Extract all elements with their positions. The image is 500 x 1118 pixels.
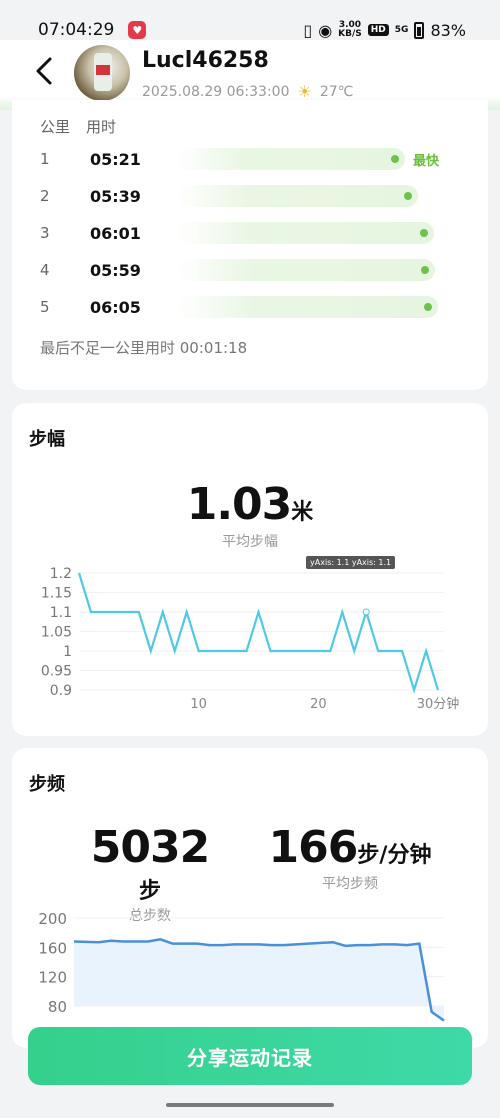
- pace-dot: [421, 266, 429, 274]
- temperature: 27℃: [319, 83, 354, 100]
- status-time: 07:04:29: [38, 20, 115, 40]
- location-icon: ◉: [318, 20, 333, 40]
- km-table-header: 公里 用时: [40, 116, 116, 137]
- km-time: 06:01: [90, 223, 141, 243]
- avatar-image: [94, 53, 112, 91]
- km-index: 2: [40, 187, 50, 205]
- fastest-badge: 最快: [413, 153, 440, 169]
- y-tick-label: 0.95: [41, 664, 72, 680]
- km-time: 06:05: [90, 297, 141, 317]
- x-tick-label: 10: [190, 697, 207, 712]
- share-record-button[interactable]: 分享运动记录: [28, 1027, 472, 1085]
- battery-icon: [414, 21, 425, 39]
- y-tick-label: 80: [48, 998, 67, 1016]
- y-tick-label: 1.1: [50, 605, 72, 621]
- pace-dot: [420, 229, 428, 237]
- pace-dot: [424, 303, 432, 311]
- km-index: 4: [40, 261, 50, 279]
- km-row: 1 05:21 最快: [12, 147, 488, 171]
- pace-bar: [177, 222, 434, 244]
- y-tick-label: 0.9: [50, 683, 72, 699]
- sun-icon: ☀: [297, 82, 312, 101]
- chart-tooltip: yAxis: 1.1 yAxis: 1.1: [306, 556, 396, 569]
- net-speed: 3.00 KB/S: [338, 20, 362, 39]
- status-icons: ▯ ◉ 3.00 KB/S HD 5G 83%: [303, 21, 466, 40]
- km-index: 5: [40, 298, 50, 316]
- y-tick-label: 200: [38, 910, 67, 928]
- x-tick-label: 30分钟: [417, 696, 460, 712]
- col-time: 用时: [86, 118, 117, 136]
- km-time: 05:21: [90, 149, 141, 169]
- km-row: 2 05:39: [12, 184, 488, 208]
- username: Lucl46258: [142, 48, 269, 73]
- km-row: 4 05:59: [12, 258, 488, 282]
- y-tick-label: 160: [38, 939, 67, 957]
- km-time: 05:59: [90, 260, 141, 280]
- pace-bar: [177, 148, 405, 170]
- back-arrow-icon[interactable]: [34, 56, 54, 86]
- pace-dot: [404, 192, 412, 200]
- km-row: 3 06:01: [12, 221, 488, 245]
- km-row: 5 06:05: [12, 295, 488, 319]
- cadence-card: 步频 5032步 总步数 166步/分钟 平均步频 200 160 120 80: [12, 748, 488, 1048]
- highlighted-point: [362, 608, 370, 616]
- y-tick-label: 1.05: [41, 625, 72, 641]
- pace-bar: [177, 259, 435, 281]
- pace-dot: [391, 155, 399, 163]
- y-tick-label: 1.2: [50, 566, 72, 582]
- stride-card: 步幅 1.03米 平均步幅 1.2 1.15 1.1 1.05 1 0.95 0.9 10 20…: [12, 403, 488, 736]
- avatar[interactable]: [74, 45, 130, 101]
- stride-chart[interactable]: 1.2 1.15 1.1 1.05 1 0.95 0.9 10 20 30分钟: [12, 403, 488, 736]
- vibrate-icon: ▯: [303, 20, 313, 40]
- record-meta: 2025.08.29 06:33:00 ☀ 27℃: [142, 82, 353, 101]
- col-km: 公里: [40, 118, 71, 136]
- battery-percent: 83%: [430, 20, 466, 40]
- y-tick-label: 120: [38, 969, 67, 987]
- cadence-chart[interactable]: 200 160 120 80: [12, 748, 488, 1048]
- cadence-area: [74, 939, 444, 1021]
- record-datetime: 2025.08.29 06:33:00: [142, 83, 290, 100]
- pace-bar: [177, 185, 418, 207]
- km-index: 1: [40, 150, 50, 168]
- km-time: 05:39: [90, 186, 141, 206]
- app-notification-icon: ♥: [128, 21, 147, 39]
- y-tick-label: 1: [63, 644, 72, 660]
- x-tick-label: 20: [310, 697, 327, 712]
- km-index: 3: [40, 224, 50, 242]
- hd-badge: HD: [367, 24, 389, 36]
- home-indicator[interactable]: [166, 1103, 334, 1107]
- pace-bar: [177, 296, 438, 318]
- km-splits-card: 公里 用时 1 05:21 最快 2 05:39 3 06:01 4 05:59…: [12, 100, 488, 390]
- signal-icon: 5G: [394, 25, 409, 35]
- remaining-distance-time: 最后不足一公里用时 00:01:18: [40, 339, 248, 357]
- y-tick-label: 1.15: [41, 586, 72, 602]
